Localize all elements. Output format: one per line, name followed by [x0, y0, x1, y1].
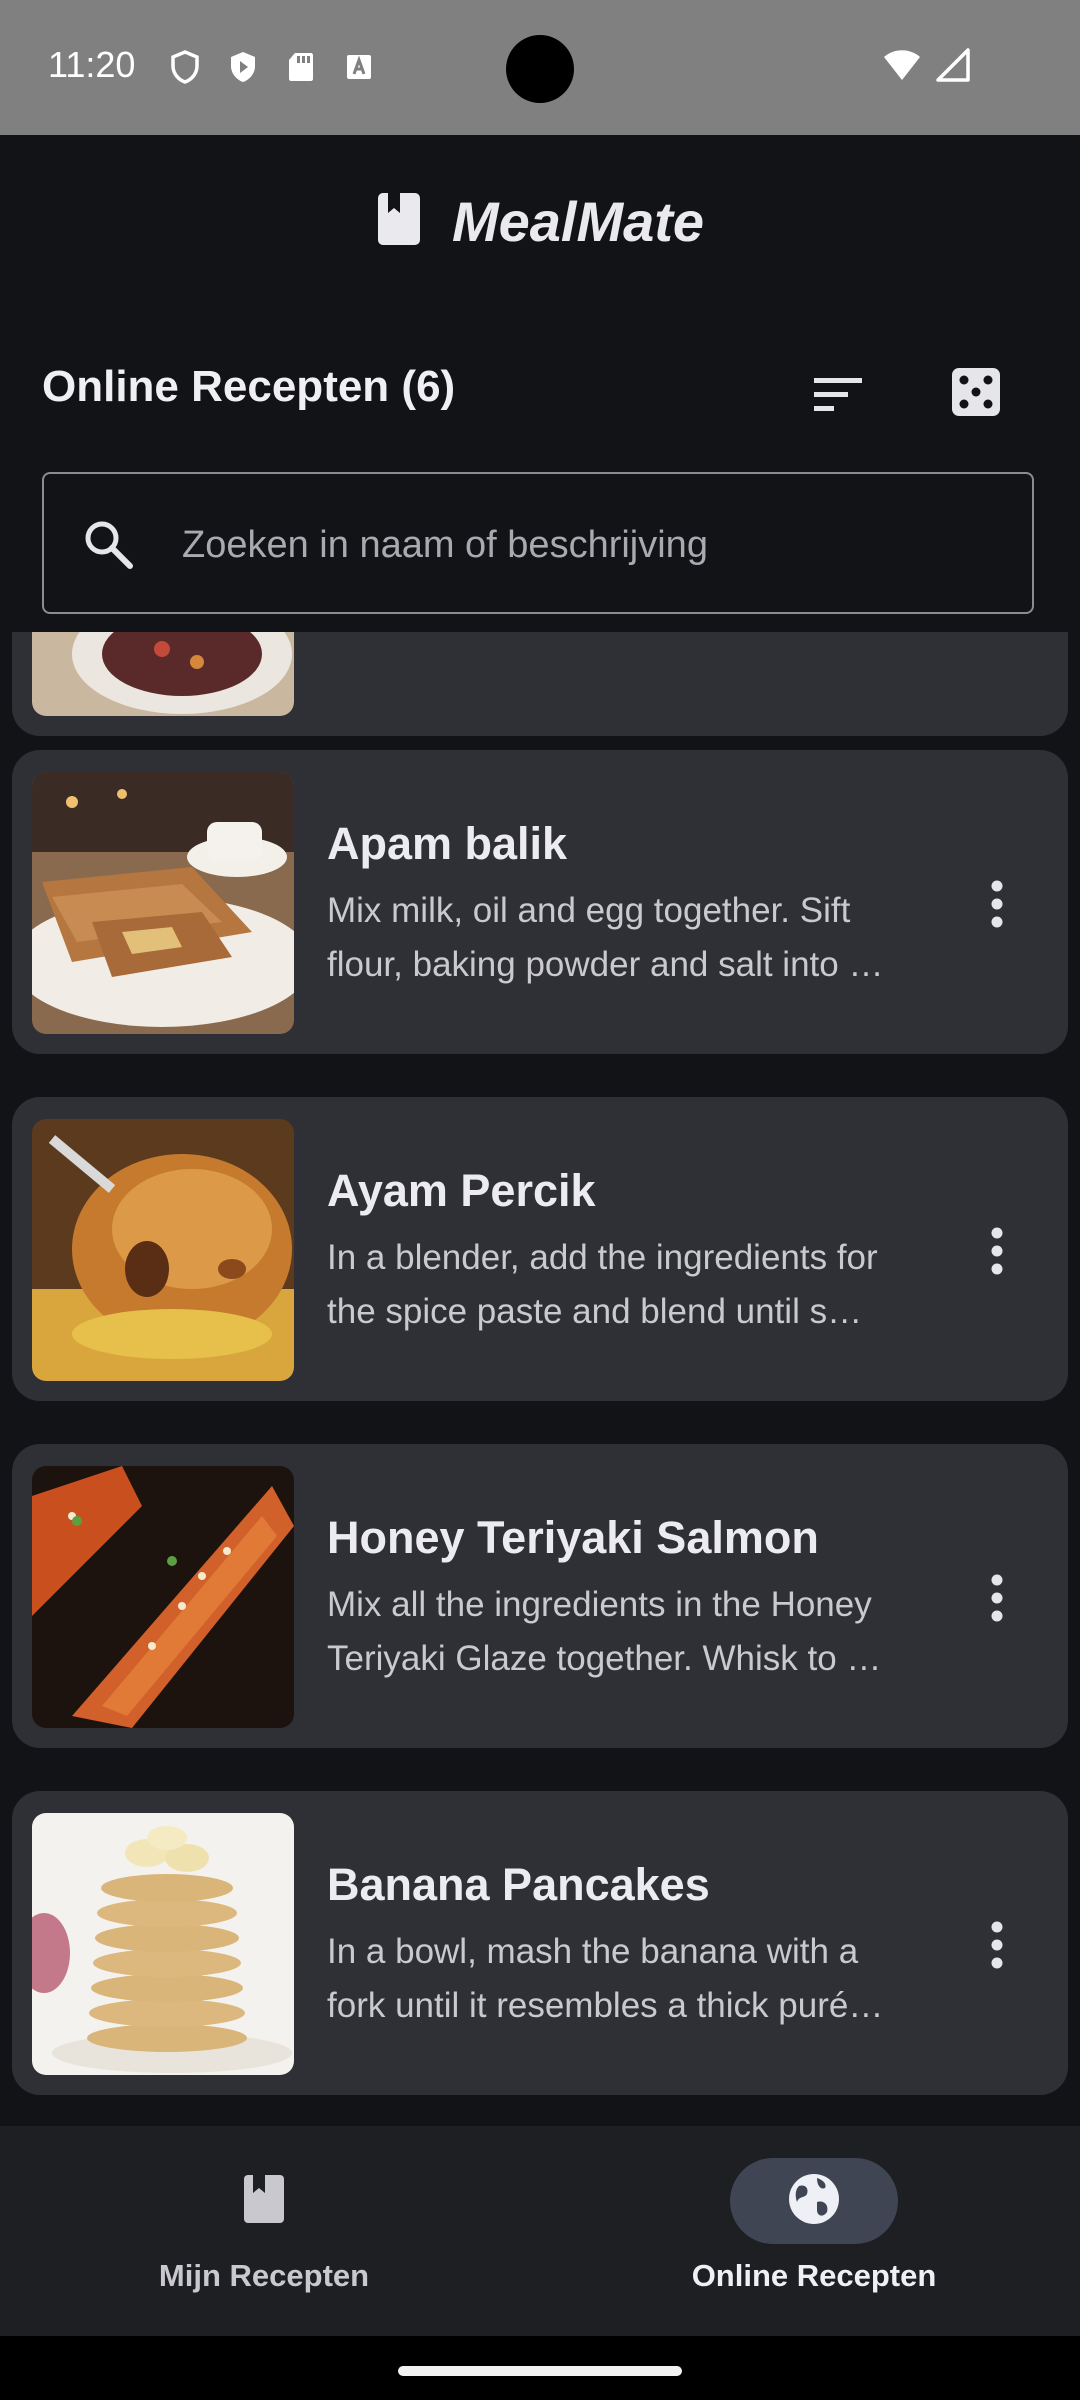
section-header: Online Recepten (6)	[0, 350, 1080, 430]
recipe-title: Apam balik	[327, 818, 568, 869]
nav-item-online-recepten[interactable]: Online Recepten	[634, 2158, 994, 2294]
recipe-description-line: the spice paste and blend until s…	[327, 1292, 863, 1331]
recipe-card-partial[interactable]	[12, 632, 1068, 736]
more-options-button[interactable]	[967, 1223, 1027, 1283]
book-icon	[376, 191, 422, 252]
status-bar: 11:20	[0, 0, 1080, 135]
more-options-button[interactable]	[967, 1570, 1027, 1630]
book-icon	[242, 2173, 286, 2230]
random-recipe-button[interactable]	[948, 364, 1004, 420]
sd-card-icon	[282, 48, 320, 86]
bottom-navigation: Mijn Recepten Online Recepten	[0, 2126, 1080, 2336]
recipe-description: In a blender, add the ingredients for th…	[327, 1231, 937, 1339]
recipe-description-line: In a blender, add the ingredients for	[327, 1238, 878, 1277]
recipe-description-line: fork until it resembles a thick puré…	[327, 1986, 884, 2025]
search-box[interactable]	[42, 472, 1034, 614]
app-header: MealMate	[0, 135, 1080, 305]
globe-icon	[787, 2172, 841, 2231]
status-icons	[166, 48, 378, 86]
play-protect-icon	[224, 48, 262, 86]
recipe-list[interactable]: Apam balik Mix milk, oil and egg togethe…	[0, 632, 1080, 2122]
recipe-description: Mix all the ingredients in the Honey Ter…	[327, 1578, 937, 1686]
recipe-description-line: Mix all the ingredients in the Honey	[327, 1585, 872, 1624]
recipe-title: Banana Pancakes	[327, 1859, 710, 1910]
keyboard-a-icon	[340, 48, 378, 86]
recipe-card[interactable]: Banana Pancakes In a bowl, mash the bana…	[12, 1791, 1068, 2095]
recipe-image	[32, 1466, 294, 1728]
nav-pill-active	[730, 2158, 898, 2244]
sort-icon	[808, 378, 868, 428]
more-vert-icon	[987, 1573, 1007, 1628]
nav-item-mijn-recepten[interactable]: Mijn Recepten	[84, 2158, 444, 2294]
status-right-icons	[882, 48, 970, 87]
nav-label: Online Recepten	[691, 2258, 937, 2293]
recipe-description: In a bowl, mash the banana with a fork u…	[327, 1925, 937, 2033]
shield-icon	[166, 48, 204, 86]
search-icon	[80, 516, 136, 572]
more-vert-icon	[987, 879, 1007, 934]
home-gesture-bar[interactable]	[398, 2366, 682, 2376]
more-vert-icon	[987, 1920, 1007, 1975]
recipe-card[interactable]: Honey Teriyaki Salmon Mix all the ingred…	[12, 1444, 1068, 1748]
recipe-image	[32, 632, 294, 716]
brand: MealMate	[0, 189, 1080, 254]
nav-pill	[180, 2158, 348, 2244]
more-options-button[interactable]	[967, 1917, 1027, 1977]
recipe-image	[32, 1813, 294, 2075]
gesture-area	[0, 2336, 1080, 2400]
recipe-description-line: Teriyaki Glaze together. Whisk to …	[327, 1639, 882, 1678]
recipe-image	[32, 1119, 294, 1381]
dice-icon	[948, 368, 1004, 424]
nav-label: Mijn Recepten	[158, 2258, 370, 2293]
more-options-button[interactable]	[967, 876, 1027, 936]
app-title: MealMate	[451, 190, 705, 253]
recipe-description-line: Mix milk, oil and egg together. Sift	[327, 891, 851, 930]
recipe-description-line: flour, baking powder and salt into …	[327, 945, 884, 984]
status-time: 11:20	[48, 44, 136, 85]
recipe-title: Ayam Percik	[327, 1165, 596, 1216]
camera-cutout	[506, 35, 574, 103]
signal-icon	[936, 48, 970, 87]
recipe-image	[32, 772, 294, 1034]
sort-button[interactable]	[808, 364, 868, 424]
recipe-card[interactable]: Ayam Percik In a blender, add the ingred…	[12, 1097, 1068, 1401]
recipe-description-line: In a bowl, mash the banana with a	[327, 1932, 859, 1971]
search-input[interactable]	[180, 504, 1004, 586]
recipe-title: Honey Teriyaki Salmon	[327, 1512, 819, 1563]
page-title: Online Recepten (6)	[42, 362, 456, 411]
recipe-description: Mix milk, oil and egg together. Sift flo…	[327, 884, 937, 992]
wifi-icon	[882, 48, 922, 87]
more-vert-icon	[987, 1226, 1007, 1281]
recipe-card[interactable]: Apam balik Mix milk, oil and egg togethe…	[12, 750, 1068, 1054]
